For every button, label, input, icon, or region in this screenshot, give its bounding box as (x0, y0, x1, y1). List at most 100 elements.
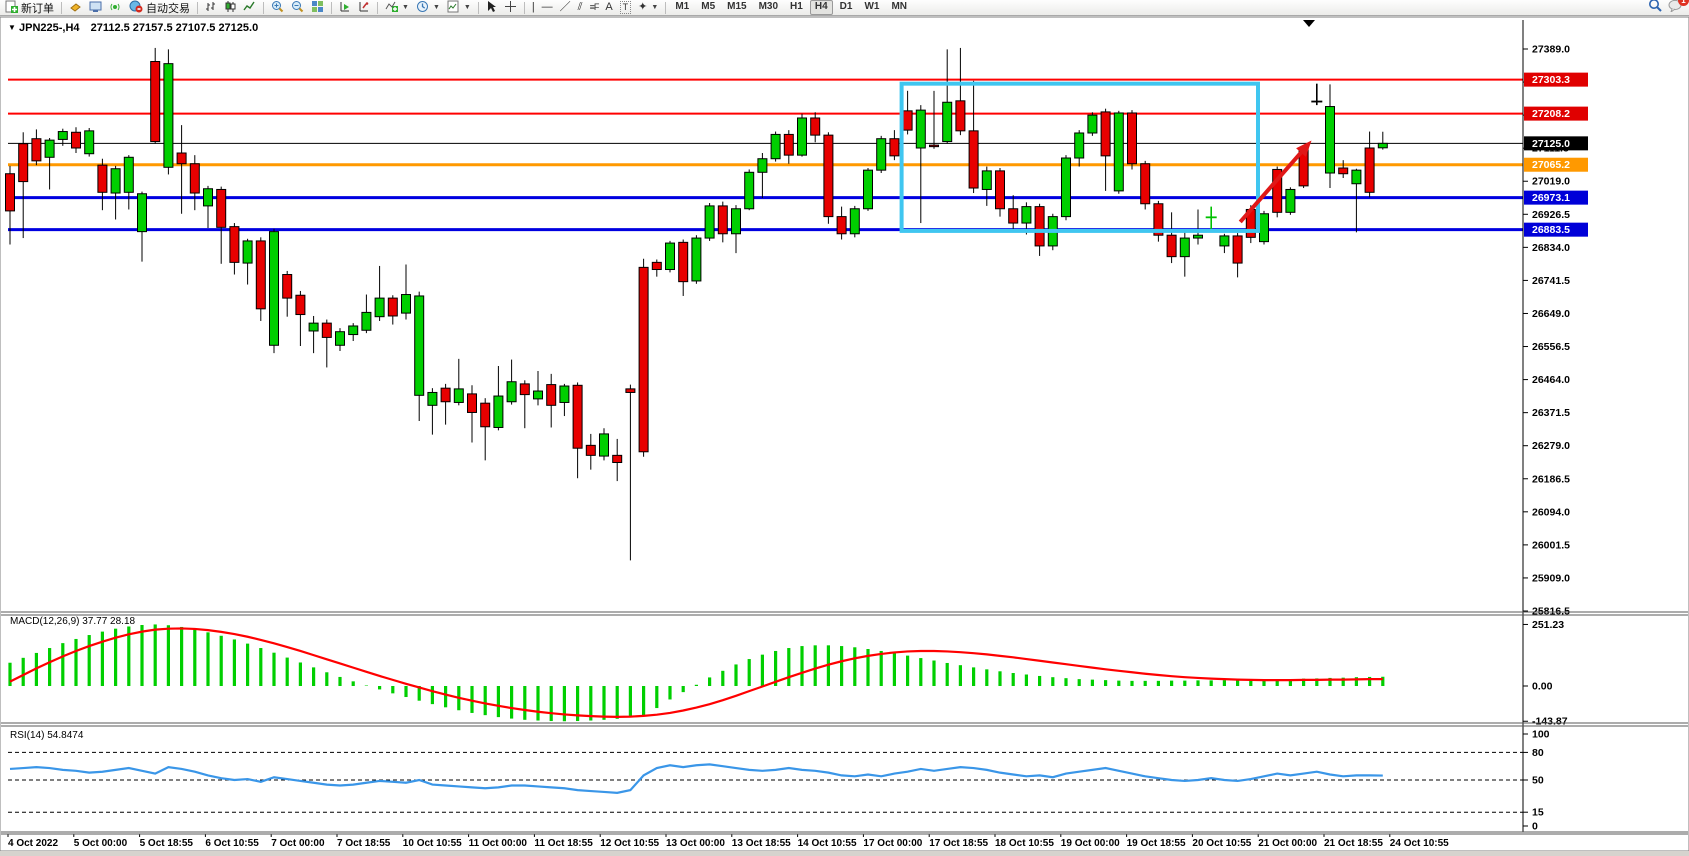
time-label: 13 Oct 18:55 (732, 838, 791, 849)
terminal-icon (89, 0, 102, 16)
candle (256, 237, 265, 321)
candle (1128, 110, 1137, 169)
styler-button[interactable] (66, 0, 85, 15)
autotrading-label: 自动交易 (146, 0, 190, 16)
new-order-icon (5, 0, 18, 16)
terminal-button[interactable] (86, 0, 105, 15)
step-forward-button[interactable] (355, 0, 373, 15)
collapse-caret-icon[interactable]: ▼ (8, 23, 16, 32)
candle (639, 259, 648, 457)
horizontal-line-icon: — (542, 2, 553, 13)
toolbar-right: 1 (1648, 0, 1687, 17)
periods-icon (416, 0, 429, 16)
axis-label: 26883.5 (1532, 224, 1570, 236)
templates-button[interactable]: ▼ (444, 0, 474, 15)
equidistant-channel-icon: ⫽ (578, 2, 583, 13)
candle (85, 128, 94, 157)
dropdown-caret-icon: ▼ (433, 4, 440, 11)
candle (877, 136, 886, 173)
candle (705, 203, 714, 241)
tile-windows-button[interactable] (308, 0, 327, 15)
time-label: 17 Oct 00:00 (863, 838, 922, 849)
text-label-button[interactable]: T (617, 0, 635, 15)
fibonacci-button[interactable]: ≡F (587, 0, 602, 15)
indicators-icon (385, 0, 398, 16)
axis-label: 27389.0 (1532, 44, 1570, 56)
zoom-in-button[interactable] (268, 0, 287, 15)
signals-icon (109, 0, 122, 16)
arrows-button[interactable]: ✦▼ (635, 0, 661, 15)
axis-label: 26464.0 (1532, 374, 1570, 386)
time-label: 19 Oct 00:00 (1061, 838, 1120, 849)
trend-line-button[interactable]: ／ (557, 0, 574, 15)
timeframe-button-m5[interactable]: M5 (696, 0, 720, 15)
crosshair-button[interactable] (501, 0, 520, 15)
trend-line-icon: ／ (560, 2, 571, 13)
dropdown-caret-icon: ▼ (651, 4, 658, 11)
timeframe-button-d1[interactable]: D1 (835, 0, 858, 15)
periods-button[interactable]: ▼ (413, 0, 443, 15)
cursor-icon (486, 0, 497, 16)
equidistant-channel-button[interactable]: ⫽ (575, 0, 586, 15)
timeframe-button-m15[interactable]: M15 (722, 0, 751, 15)
dropdown-caret-icon: ▼ (464, 4, 471, 11)
candle (824, 132, 833, 223)
autotrading-button[interactable]: 自动交易 (126, 0, 193, 15)
timeframe-button-m30[interactable]: M30 (754, 0, 783, 15)
status-strip (0, 851, 1689, 856)
candle (864, 168, 873, 211)
fibonacci-icon: ≡F (590, 2, 599, 13)
axis-label: 27125.0 (1532, 138, 1570, 150)
bar-chart-button[interactable] (202, 0, 220, 15)
mt4-terminal-window: 新订单 自动交易 ▼ ▼ ▼ | — ／ ⫽ ≡ (0, 0, 1689, 856)
templates-icon (447, 0, 460, 16)
candle (1286, 187, 1295, 215)
axis-label: 26556.5 (1532, 341, 1570, 353)
axis-label: 26649.0 (1532, 308, 1570, 320)
axis-label: 26741.5 (1532, 275, 1570, 287)
time-label: 5 Oct 00:00 (74, 838, 128, 849)
time-label: 21 Oct 00:00 (1258, 838, 1317, 849)
time-label: 10 Oct 10:55 (403, 838, 462, 849)
timeframe-button-m1[interactable]: M1 (670, 0, 694, 15)
cursor-button[interactable] (483, 0, 500, 15)
text-button[interactable]: A (602, 0, 615, 15)
zoom-out-button[interactable] (288, 0, 307, 15)
search-icon[interactable] (1648, 0, 1662, 17)
toolbar: 新订单 自动交易 ▼ ▼ ▼ | — ／ ⫽ ≡ (0, 0, 1689, 16)
axis-label: 26279.0 (1532, 440, 1570, 452)
axis-label: 26001.5 (1532, 539, 1570, 551)
vertical-line-button[interactable]: | (529, 0, 538, 15)
new-order-button[interactable]: 新订单 (2, 0, 57, 15)
candle-chart-icon (224, 0, 236, 16)
candle (1114, 111, 1123, 194)
axis-label: 0 (1532, 821, 1538, 833)
candle-chart-button[interactable] (221, 0, 239, 15)
candle (151, 48, 160, 144)
signals-button[interactable] (106, 0, 125, 15)
candle (692, 235, 701, 284)
toolbar-separator (331, 2, 332, 14)
time-label: 13 Oct 00:00 (666, 838, 725, 849)
step-back-button[interactable] (336, 0, 354, 15)
axis-label: 25909.0 (1532, 572, 1570, 584)
timeframe-button-h4[interactable]: H4 (810, 0, 833, 15)
indicators-button[interactable]: ▼ (382, 0, 412, 15)
rsi-indicator-label: RSI(14) 54.8474 (10, 730, 83, 741)
timeframe-button-w1[interactable]: W1 (859, 0, 884, 15)
time-label: 6 Oct 10:55 (205, 838, 259, 849)
horizontal-line-button[interactable]: — (539, 0, 556, 15)
timeframe-button-h1[interactable]: H1 (785, 0, 808, 15)
notifications-button[interactable]: 1 (1668, 0, 1683, 17)
line-chart-button[interactable] (240, 0, 259, 15)
autotrading-icon (129, 0, 143, 16)
toolbar-separator (478, 2, 479, 14)
timeframe-button-mn[interactable]: MN (886, 0, 912, 15)
toolbar-separator (61, 2, 62, 14)
dropdown-caret-icon: ▼ (402, 4, 409, 11)
step-back-icon (339, 0, 351, 16)
time-label: 4 Oct 2022 (8, 838, 58, 849)
axis-label: 80 (1532, 747, 1544, 759)
axis-label: 27065.2 (1532, 159, 1570, 171)
chart-area[interactable]: 27389.027296.527204.027111.527019.026926… (0, 0, 1689, 856)
